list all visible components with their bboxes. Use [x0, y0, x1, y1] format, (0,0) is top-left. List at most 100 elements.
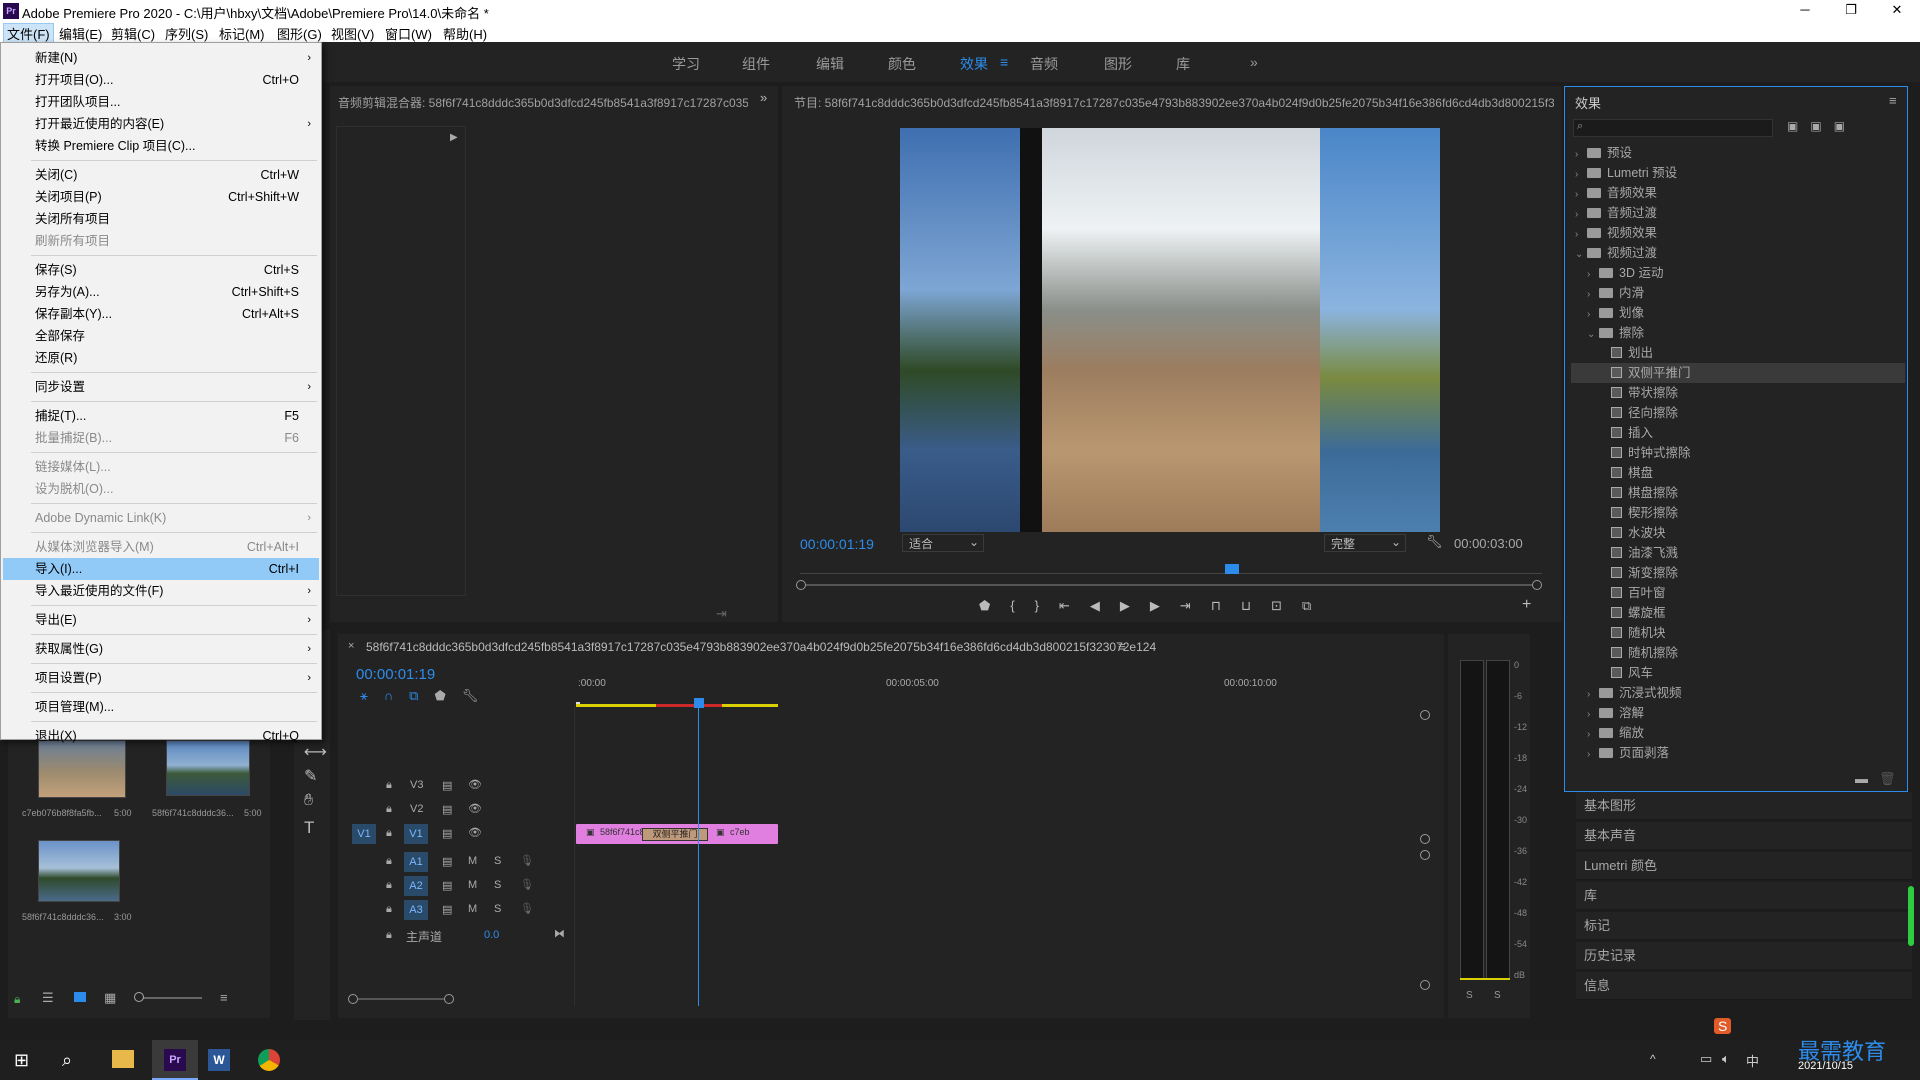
icon-view-icon[interactable] — [74, 992, 86, 1002]
effect-item[interactable]: 油漆飞溅 — [1571, 543, 1905, 563]
film-icon[interactable]: ▤ — [442, 903, 452, 916]
file-menu-item[interactable]: 保存(S) Ctrl+S — [3, 259, 319, 281]
menu-view[interactable]: 视图(V) — [328, 24, 377, 43]
effect-item[interactable]: 水波块 — [1571, 523, 1905, 543]
film-icon[interactable]: ▤ — [442, 779, 452, 792]
zoom-handle-right[interactable] — [1532, 580, 1542, 590]
pen-icon[interactable]: ✎ — [304, 766, 317, 786]
chevron-right-icon[interactable]: › — [1587, 745, 1599, 765]
add-button-icon[interactable]: + — [1522, 596, 1531, 614]
compare-icon[interactable]: ⧉ — [1302, 598, 1331, 613]
monitor-ruler[interactable] — [800, 564, 1542, 574]
chevron-right-icon[interactable]: › — [1587, 285, 1599, 305]
mark-in-icon[interactable]: { — [1010, 598, 1034, 613]
chevron-right-icon[interactable]: › — [1575, 205, 1587, 225]
file-menu-item[interactable]: 另存为(A)... Ctrl+Shift+S — [3, 281, 319, 303]
eye-icon[interactable]: 👁︎ — [468, 802, 482, 815]
32bit-effects-icon[interactable]: ▣ — [1810, 119, 1833, 133]
close-icon[interactable]: ✕ — [1874, 0, 1920, 22]
effects-folder[interactable]: › 视频效果 — [1571, 223, 1905, 243]
file-menu-item[interactable]: 打开项目(O)... Ctrl+O — [3, 69, 319, 91]
solo-left-button[interactable]: S — [1466, 990, 1473, 1001]
go-to-in-icon[interactable]: ⇤ — [1059, 598, 1090, 613]
play-icon[interactable]: ▶ — [1120, 598, 1150, 613]
chevron-right-icon[interactable]: › — [1587, 265, 1599, 285]
effects-folder[interactable]: › 溶解 — [1571, 703, 1905, 723]
chrome-app-icon[interactable] — [258, 1049, 280, 1071]
chevron-right-icon[interactable]: › — [1587, 705, 1599, 725]
workspace-effects[interactable]: 效果 — [960, 54, 988, 74]
ime-language[interactable]: 中 — [1746, 1051, 1759, 1070]
file-menu-item[interactable]: 关闭所有项目 — [3, 208, 319, 230]
vertical-scroll-handle[interactable] — [1420, 980, 1430, 990]
lift-icon[interactable]: ⊓ — [1211, 598, 1241, 613]
film-icon[interactable]: ▤ — [442, 879, 452, 892]
file-menu-item[interactable]: 导入最近使用的文件(F) › — [3, 580, 319, 602]
side-panel-libraries[interactable]: 库 — [1576, 882, 1912, 910]
side-panel-markers[interactable]: 标记 — [1576, 912, 1912, 940]
lock-icon[interactable]: 🔒︎ — [14, 992, 20, 1007]
solo-button[interactable]: S — [494, 855, 501, 867]
freeform-view-icon[interactable]: ▦ — [104, 990, 116, 1006]
side-panel-essential-graphics[interactable]: 基本图形 — [1576, 792, 1912, 820]
extract-icon[interactable]: ⊔ — [1241, 598, 1271, 613]
solo-button[interactable]: S — [494, 879, 501, 891]
chevron-right-icon[interactable]: › — [1587, 725, 1599, 745]
file-menu-item[interactable]: 打开团队项目... — [3, 91, 319, 113]
timeline-playhead-line[interactable] — [698, 706, 699, 1006]
lock-icon[interactable]: 🔒︎ — [386, 803, 392, 816]
file-menu-item[interactable]: 转换 Premiere Clip 项目(C)... — [3, 135, 319, 157]
bin-thumbnail-3[interactable] — [38, 840, 120, 902]
track-label-v1[interactable]: V1 — [404, 824, 428, 844]
zoom-slider-handle[interactable] — [134, 992, 144, 1002]
effect-item[interactable]: 随机块 — [1571, 623, 1905, 643]
step-forward-icon[interactable]: ▶ — [1150, 598, 1180, 613]
source-patch-v1[interactable]: V1 — [352, 824, 376, 844]
workspace-audio[interactable]: 音频 — [1030, 54, 1058, 74]
mic-icon[interactable]: 🎙︎ — [520, 878, 534, 891]
maximize-icon[interactable]: ❐ — [1828, 0, 1874, 22]
menu-window[interactable]: 窗口(W) — [382, 24, 435, 43]
mute-button[interactable]: M — [468, 855, 477, 867]
file-menu-item[interactable]: 项目管理(M)... — [3, 696, 319, 718]
effect-item[interactable]: 划出 — [1571, 343, 1905, 363]
workspace-graphics[interactable]: 图形 — [1104, 54, 1132, 74]
monitor-playhead[interactable] — [1225, 564, 1239, 574]
type-tool-icon[interactable]: T — [304, 818, 314, 838]
zoom-handle-right[interactable] — [444, 994, 454, 1004]
menu-clip[interactable]: 剪辑(C) — [108, 24, 158, 43]
eye-icon[interactable]: 👁︎ — [468, 826, 482, 839]
eye-icon[interactable]: 👁︎ — [468, 778, 482, 791]
file-menu-item[interactable]: 还原(R) — [3, 347, 319, 369]
effect-item[interactable]: 带状擦除 — [1571, 383, 1905, 403]
file-menu-item[interactable]: 捕捉(T)... F5 — [3, 405, 319, 427]
vertical-scroll-handle[interactable] — [1420, 710, 1430, 720]
timeline-zoom-bar[interactable] — [358, 998, 444, 1000]
sequence-menu-icon[interactable]: ≡ — [1118, 639, 1126, 654]
file-menu-item[interactable]: 全部保存 — [3, 325, 319, 347]
clip-v1[interactable]: ▣ 58f6f741c8d 双侧平推门 ▣ c7eb — [576, 824, 778, 844]
expand-arrow-icon[interactable]: ▶ — [450, 132, 458, 143]
effects-folder[interactable]: › 3D 运动 — [1571, 263, 1905, 283]
quality-dropdown[interactable]: 完整 ⌄ — [1324, 534, 1406, 552]
list-view-icon[interactable]: ☰ — [42, 990, 54, 1006]
workspace-libraries[interactable]: 库 — [1176, 54, 1190, 74]
effects-search-input[interactable] — [1573, 119, 1773, 137]
side-panel-history[interactable]: 历史记录 — [1576, 942, 1912, 970]
effects-folder[interactable]: › 音频效果 — [1571, 183, 1905, 203]
vertical-scroll-handle[interactable] — [1420, 850, 1430, 860]
bin-thumbnail-2[interactable] — [166, 740, 250, 796]
linked-selection-icon[interactable]: ⧉ — [409, 688, 434, 703]
panel-overflow-icon[interactable]: » — [760, 90, 767, 105]
effect-item[interactable]: 棋盘 — [1571, 463, 1905, 483]
file-explorer-icon[interactable] — [112, 1050, 134, 1068]
mic-icon[interactable]: 🎙︎ — [520, 854, 534, 867]
monitor-zoom-bar[interactable] — [806, 584, 1532, 586]
file-menu-item[interactable]: 新建(N) › — [3, 47, 319, 69]
effect-item[interactable]: 径向擦除 — [1571, 403, 1905, 423]
effects-folder[interactable]: › 缩放 — [1571, 723, 1905, 743]
film-icon[interactable]: ▤ — [442, 855, 452, 868]
mute-button[interactable]: M — [468, 903, 477, 915]
effects-folder[interactable]: › 划像 — [1571, 303, 1905, 323]
camera-icon[interactable]: ⊡ — [1271, 598, 1302, 613]
